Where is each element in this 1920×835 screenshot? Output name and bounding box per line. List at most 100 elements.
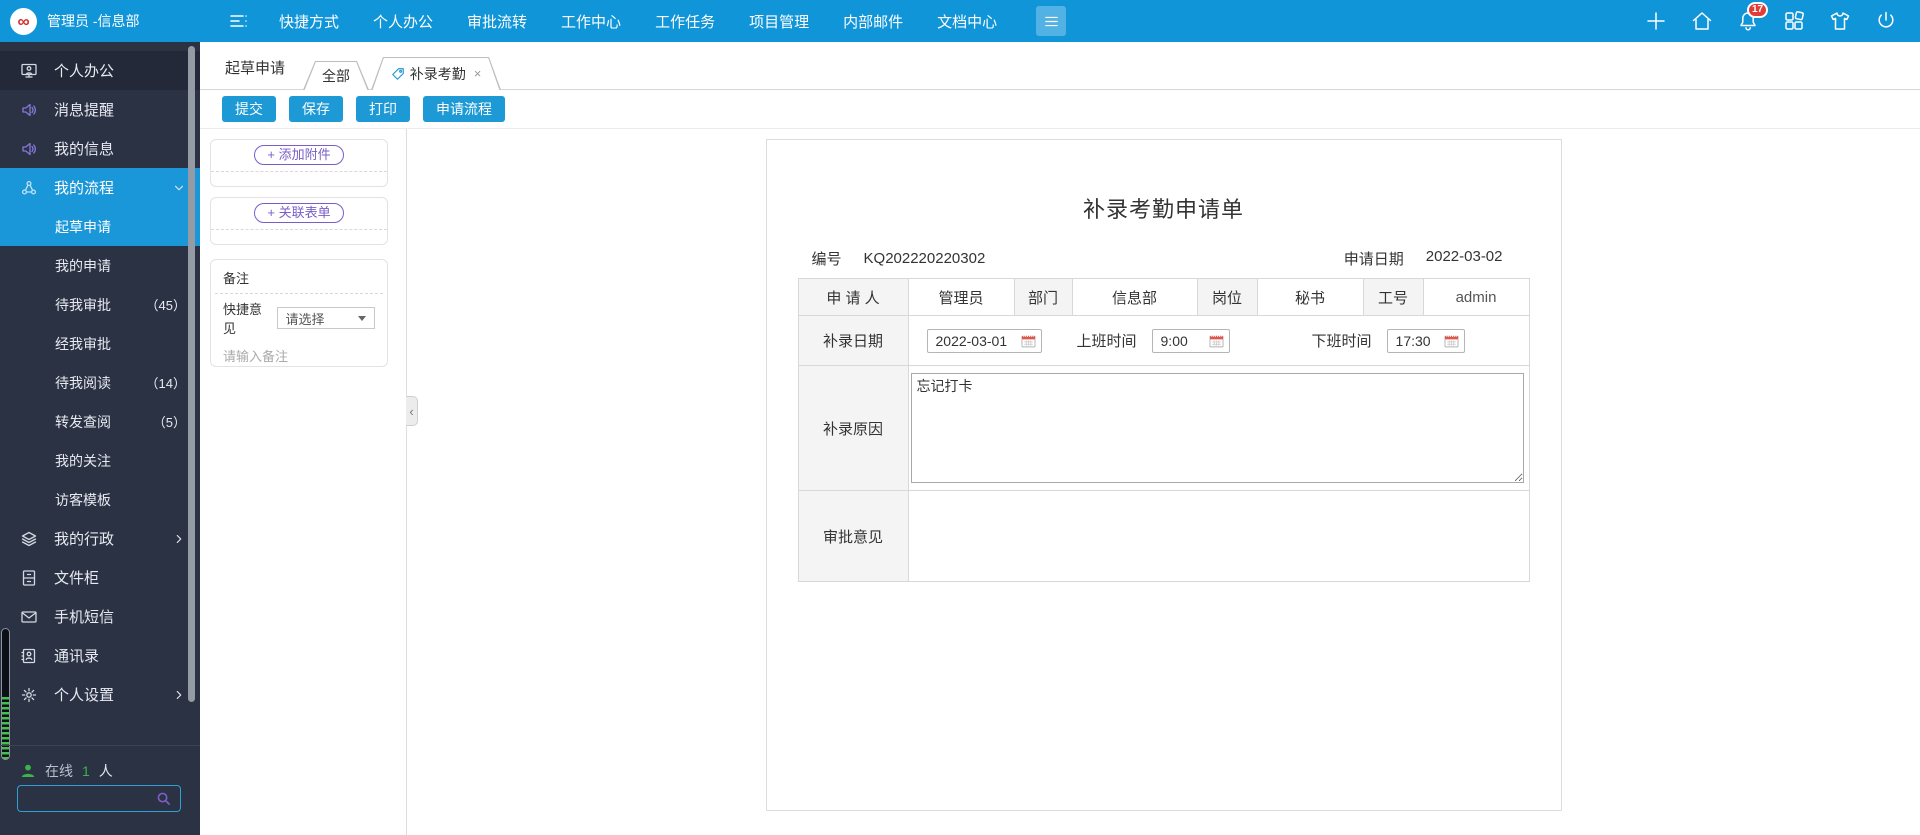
mail-icon <box>20 608 38 626</box>
dept-value: 信息部 <box>1071 278 1198 316</box>
add-attachment-button[interactable]: + 添加附件 <box>254 145 344 165</box>
apps-button[interactable] <box>1782 9 1806 33</box>
home-button[interactable] <box>1690 9 1714 33</box>
sidebar-collapse-icon[interactable] <box>228 12 250 30</box>
sidebar-item-label: 文件柜 <box>54 570 100 587</box>
sidebar-item-label: 通讯录 <box>54 648 100 665</box>
nav-item-internal-mail[interactable]: 内部邮件 <box>826 0 920 42</box>
power-icon <box>1874 9 1898 33</box>
sidebar-search <box>17 785 181 812</box>
form-area: ‹ 补录考勤申请单 编号 KQ202220220302 申请日期 2022-03… <box>406 129 1920 835</box>
nav-item-work-center[interactable]: 工作中心 <box>544 0 638 42</box>
sidebar-item-file-cabinet[interactable]: 文件柜 <box>0 558 200 597</box>
sidebar-scrollbar[interactable] <box>188 46 195 702</box>
module-title: 起草申请 <box>225 60 286 77</box>
calendar-icon[interactable] <box>1021 334 1036 348</box>
nav-item-work-task[interactable]: 工作任务 <box>638 0 732 42</box>
note-box: 备注 快捷意见 请选择 请输入备注 <box>210 259 388 367</box>
logout-button[interactable] <box>1874 9 1898 33</box>
sidebar-item-label: 个人办公 <box>54 63 115 80</box>
notifications-button[interactable]: 17 <box>1736 2 1769 33</box>
apply-date-value: 2022-03-02 <box>1425 248 1503 265</box>
apps-icon <box>1782 9 1806 33</box>
sidebar-item-contacts[interactable]: 通讯录 <box>0 636 200 675</box>
sidebar-item-forward-review[interactable]: 转发查阅 （5） <box>0 402 200 441</box>
number-label: 编号 <box>811 251 842 268</box>
toolbar: 提交 保存 打印 申请流程 <box>200 90 1920 129</box>
apply-flow-button[interactable]: 申请流程 <box>423 96 505 122</box>
tab-makeup-attendance[interactable]: 补录考勤 × <box>371 57 501 90</box>
applicant-value: 管理员 <box>907 278 1015 316</box>
current-user-label: 管理员 -信息部 <box>47 13 140 29</box>
online-count: 1 <box>82 763 90 779</box>
dashed-divider <box>211 171 387 172</box>
sidebar-item-my-admin[interactable]: 我的行政 <box>0 519 200 558</box>
quick-opinion-select[interactable]: 请选择 <box>276 307 375 329</box>
nav-item-project-mgmt[interactable]: 项目管理 <box>732 0 826 42</box>
sidebar-item-label: 手机短信 <box>54 609 115 626</box>
calendar-icon[interactable] <box>1444 334 1459 348</box>
approval-value <box>909 492 1528 581</box>
add-button[interactable] <box>1644 9 1668 33</box>
topbar-nav: 快捷方式 个人办公 审批流转 工作中心 工作任务 项目管理 内部邮件 文档中心 <box>262 0 1014 42</box>
jobno-label: 工号 <box>1362 278 1424 316</box>
tab-all[interactable]: 全部 <box>303 61 369 90</box>
theme-button[interactable] <box>1828 9 1852 33</box>
form-table: 申 请 人 管理员 部门 信息部 岗位 秘书 工号 admin 补录日期 202… <box>797 278 1530 582</box>
app-root: ∞ 管理员 -信息部 快捷方式 个人办公 审批流转 工作中心 工作任务 项目管理 内部邮件文… <box>0 0 1920 835</box>
approval-label: 审批意见 <box>797 490 909 582</box>
sidebar-item-my-info[interactable]: 我的信息 <box>0 129 200 168</box>
search-input[interactable] <box>18 791 156 806</box>
sidebar-item-my-flow[interactable]: 我的流程 <box>0 168 200 207</box>
notification-badge: 17 <box>1747 2 1769 18</box>
sidebar-item-personal-settings[interactable]: 个人设置 <box>0 675 200 714</box>
nav-item-shortcut[interactable]: 快捷方式 <box>262 0 356 42</box>
search-icon[interactable] <box>156 791 171 806</box>
more-menu-button[interactable] <box>1036 6 1067 36</box>
sidebar-item-label: 我的信息 <box>54 141 115 158</box>
left-edge-indicator[interactable] <box>1 628 10 760</box>
chevron-down-icon <box>358 315 366 321</box>
link-form-button[interactable]: + 关联表单 <box>254 203 344 223</box>
sidebar-item-sms[interactable]: 手机短信 <box>0 597 200 636</box>
sidebar-item-my-apply[interactable]: 我的申请 <box>0 246 200 285</box>
form-card: 补录考勤申请单 编号 KQ202220220302 申请日期 2022-03-0… <box>765 139 1562 811</box>
sidebar-item-visitor-template[interactable]: 访客模板 <box>0 480 200 519</box>
number-value: KQ202220220302 <box>863 250 986 267</box>
sidebar-item-approved-by-me[interactable]: 经我审批 <box>0 324 200 363</box>
print-button[interactable]: 打印 <box>356 96 410 122</box>
chevron-right-icon <box>172 688 186 702</box>
dashed-divider <box>215 293 383 294</box>
sidebar-item-personal-office[interactable]: 个人办公 <box>0 51 200 90</box>
company-logo-icon[interactable]: ∞ <box>10 7 37 35</box>
makeup-date-input[interactable]: 2022-03-01 <box>926 328 1042 353</box>
sidebar-item-label: 我的申请 <box>55 257 111 274</box>
attachment-panel: + 添加附件 + 关联表单 备注 快捷意见 请选择 请输入备注 <box>200 129 406 835</box>
sidebar-item-await-my-approval[interactable]: 待我审批 （45） <box>0 285 200 324</box>
calendar-icon[interactable] <box>1209 334 1224 348</box>
end-time-input[interactable]: 17:30 <box>1386 328 1465 353</box>
sidebar-item-message-remind[interactable]: 消息提醒 <box>0 90 200 129</box>
submit-button[interactable]: 提交 <box>222 96 276 122</box>
reason-label: 补录原因 <box>797 365 909 491</box>
start-time-label: 上班时间 <box>1076 333 1137 350</box>
sidebar-item-draft-apply[interactable]: 起草申请 <box>0 207 200 246</box>
sidebar-item-label: 经我审批 <box>55 335 111 352</box>
sidebar-item-my-follow[interactable]: 我的关注 <box>0 441 200 480</box>
sidebar-item-label: 消息提醒 <box>54 102 115 119</box>
reason-textarea[interactable]: 忘记打卡 <box>910 373 1524 483</box>
nav-item-approval-flow[interactable]: 审批流转 <box>450 0 544 42</box>
item-count-badge: （5） <box>152 415 186 430</box>
panel-collapse-handle[interactable]: ‹ <box>406 396 418 426</box>
sidebar-item-await-my-read[interactable]: 待我阅读 （14） <box>0 363 200 402</box>
tab-close-icon[interactable]: × <box>474 66 482 81</box>
sidebar-item-label: 个人设置 <box>54 687 115 704</box>
tab-all-label: 全部 <box>322 67 350 84</box>
start-time-input[interactable]: 9:00 <box>1151 328 1230 353</box>
nav-item-personal-office[interactable]: 个人办公 <box>356 0 450 42</box>
nav-item-doc-center[interactable]: 文档中心 <box>920 0 1014 42</box>
note-input[interactable]: 请输入备注 <box>223 346 375 365</box>
save-button[interactable]: 保存 <box>289 96 343 122</box>
plus-icon <box>1644 9 1668 33</box>
form-meta: 编号 KQ202220220302 申请日期 2022-03-02 <box>812 248 1503 269</box>
